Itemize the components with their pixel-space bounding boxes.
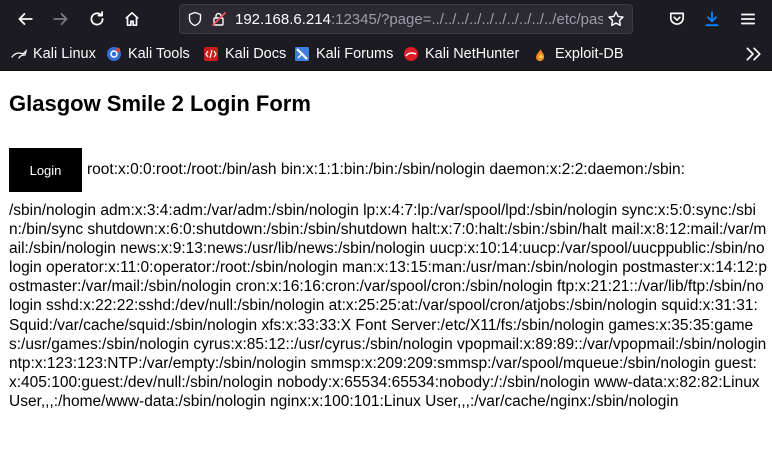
bookmark-label: Kali Docs [225,46,287,62]
reload-button[interactable] [83,5,111,33]
bookmark-kali-forums[interactable]: Kali Forums [294,42,393,66]
bookmarks-overflow-chevron-icon[interactable] [744,45,762,63]
pocket-button[interactable] [663,5,691,33]
kali-forums-icon [294,46,310,62]
back-button[interactable] [11,5,39,33]
bookmarks-toolbar: Kali Linux Kali Tools Kali Docs Kali For… [0,38,772,71]
url-host: 192.168.6.214 [235,10,331,28]
kali-docs-icon [203,46,219,62]
url-path: :12345/?page=../../../../../../../../../… [330,10,603,28]
bookmark-exploit-db[interactable]: Exploit-DB [533,42,624,66]
page-content: Glasgow Smile 2 Login Form Login root:x:… [0,71,772,452]
insecure-lock-icon[interactable] [211,11,227,27]
forward-button[interactable] [47,5,75,33]
bookmark-kali-linux[interactable]: Kali Linux [11,42,96,66]
passwd-file-output: /sbin/nologin adm:x:3:4:adm:/var/adm:/sb… [9,202,767,410]
page-title: Glasgow Smile 2 Login Form [9,91,311,116]
menu-button[interactable] [734,5,762,33]
bookmark-label: Kali NetHunter [425,46,520,62]
address-bar[interactable]: 192.168.6.214:12345/?page=../../../../..… [179,4,633,34]
kali-tools-icon [106,46,122,62]
exploit-db-icon [533,46,549,62]
home-icon [125,11,139,27]
back-arrow-icon [18,13,33,25]
kali-nethunter-icon [403,46,419,62]
browser-toolbar: 192.168.6.214:12345/?page=../../../../..… [0,0,772,38]
bookmark-label: Kali Linux [33,46,96,62]
bookmark-label: Kali Tools [128,46,190,62]
reload-icon [90,11,104,26]
bookmark-kali-docs[interactable]: Kali Docs [203,42,286,66]
download-arrow-icon [705,11,719,27]
home-button[interactable] [118,5,146,33]
bookmark-kali-tools[interactable]: Kali Tools [106,42,190,66]
pocket-icon [669,12,685,25]
bookmark-kali-nethunter[interactable]: Kali NetHunter [403,42,519,66]
bookmark-label: Kali Forums [316,46,394,62]
kali-dragon-icon [11,46,27,62]
passwd-output-first-line: root:x:0:0:root:/root:/bin/ash bin:x:1:1… [87,161,685,178]
bookmark-star-icon[interactable] [607,10,625,28]
url-text[interactable]: 192.168.6.214:12345/?page=../../../../..… [235,11,603,28]
login-button[interactable]: Login [9,148,82,192]
downloads-button[interactable] [698,5,726,33]
hamburger-menu-icon [740,13,756,25]
bookmark-label: Exploit-DB [555,46,624,62]
forward-arrow-icon [53,13,68,25]
tracking-shield-icon[interactable] [187,11,203,27]
